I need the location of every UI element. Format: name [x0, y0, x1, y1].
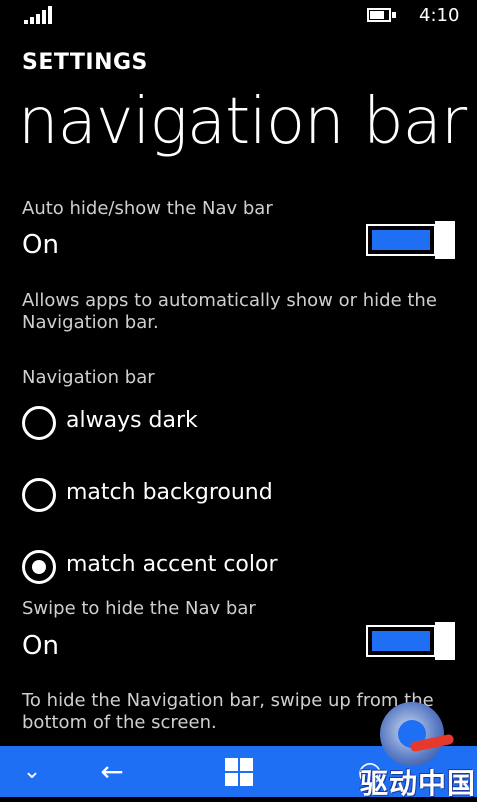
- radio-label: match background: [66, 480, 273, 505]
- swipe-hide-state: On: [22, 631, 59, 661]
- radio-button-selected-icon[interactable]: [22, 550, 56, 584]
- page-title: navigation bar: [18, 85, 467, 159]
- navigation-bar-label: Navigation bar: [22, 367, 155, 388]
- radio-label: match accent color: [66, 552, 278, 577]
- radio-match-background[interactable]: match background: [22, 478, 442, 512]
- radio-match-accent-color[interactable]: match accent color: [22, 550, 442, 584]
- radio-always-dark[interactable]: always dark: [22, 406, 442, 440]
- auto-hide-description: Allows apps to automatically show or hid…: [22, 290, 437, 333]
- battery-charging-icon: [367, 8, 398, 22]
- auto-hide-toggle[interactable]: [366, 221, 456, 259]
- radio-button-icon[interactable]: [22, 406, 56, 440]
- watermark-text: 驱动中国: [360, 767, 477, 800]
- auto-hide-label: Auto hide/show the Nav bar: [22, 198, 273, 219]
- back-arrow-icon[interactable]: ←: [82, 746, 142, 797]
- watermark-logo: 驱动中国: [352, 696, 477, 800]
- toggle-thumb[interactable]: [435, 622, 455, 660]
- radio-button-icon[interactable]: [22, 478, 56, 512]
- settings-label: SETTINGS: [22, 50, 148, 75]
- swipe-hide-label: Swipe to hide the Nav bar: [22, 598, 256, 619]
- swipe-hide-toggle[interactable]: [366, 622, 456, 660]
- chevron-down-icon[interactable]: ⌄: [2, 746, 62, 797]
- signal-strength-icon: [24, 6, 54, 24]
- auto-hide-state: On: [22, 230, 59, 260]
- toggle-fill: [372, 631, 430, 651]
- toggle-fill: [372, 230, 430, 250]
- status-bar: 4:10: [0, 0, 477, 34]
- clock: 4:10: [419, 5, 460, 26]
- windows-start-icon[interactable]: [209, 746, 269, 797]
- toggle-thumb[interactable]: [435, 221, 455, 259]
- radio-label: always dark: [66, 408, 198, 433]
